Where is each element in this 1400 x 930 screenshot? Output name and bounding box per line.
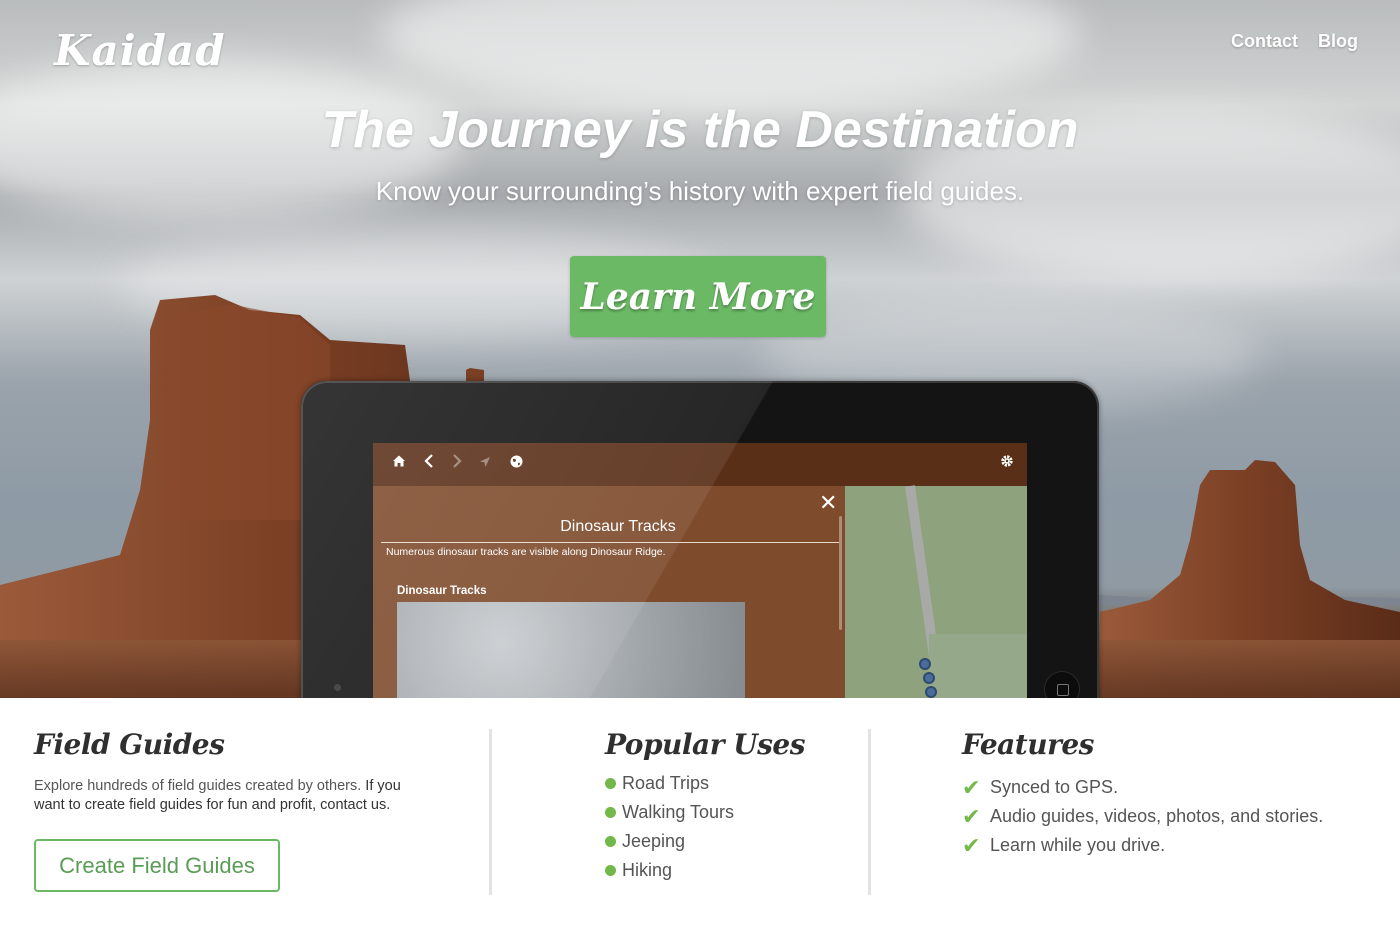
field-guides-heading: Field Guides: [34, 728, 225, 761]
home-button-icon: [1044, 671, 1080, 698]
panel-scrollbar: [839, 516, 842, 630]
list-item: Walking Tours: [605, 798, 845, 827]
learn-more-button[interactable]: Learn More: [570, 256, 826, 337]
map-pin-icon: [925, 686, 937, 698]
bullet-dot-icon: [605, 807, 616, 818]
gear-icon: [997, 454, 1017, 474]
nav-blog-link[interactable]: Blog: [1318, 31, 1358, 52]
column-divider: [489, 729, 492, 895]
bullet-dot-icon: [605, 778, 616, 789]
use-label: Jeeping: [622, 831, 686, 851]
panel-divider: [381, 542, 839, 543]
feature-label: Audio guides, videos, photos, and storie…: [990, 806, 1324, 826]
image-caption: Dinosaur Tracks: [397, 585, 487, 597]
home-icon: [389, 454, 409, 474]
features-heading: Features: [962, 728, 1094, 761]
hero-subheadline: Know your surrounding’s history with exp…: [375, 176, 1025, 206]
checkmark-icon: ✔: [962, 832, 981, 858]
list-item: Jeeping: [605, 827, 845, 856]
field-guides-column: Field Guides Explore hundreds of field g…: [34, 728, 454, 898]
popular-uses-column: Popular Uses Road Trips Walking Tours Je…: [605, 728, 845, 885]
create-field-guides-button[interactable]: Create Field Guides: [34, 839, 280, 892]
location-icon: [475, 454, 495, 474]
map-field: [929, 634, 1027, 698]
checkmark-icon: ✔: [962, 803, 981, 829]
list-item: ✔ Audio guides, videos, photos, and stori…: [962, 802, 1382, 831]
bullet-dot-icon: [605, 836, 616, 847]
popular-uses-heading: Popular Uses: [605, 728, 805, 761]
column-divider: [868, 729, 871, 895]
app-screenshot: ✕ Dinosaur Tracks Numerous dinosaur trac…: [373, 443, 1027, 698]
map-view: [845, 485, 1027, 698]
camera-icon: [334, 684, 341, 691]
back-icon: [419, 454, 439, 474]
panel-description: Numerous dinosaur tracks are visible alo…: [386, 546, 666, 558]
features-list: ✔ Synced to GPS. ✔ Audio guides, videos, p…: [962, 773, 1382, 860]
list-item: Road Trips: [605, 769, 845, 798]
list-item: ✔ Synced to GPS.: [962, 773, 1382, 802]
app-toolbar: [373, 443, 1027, 486]
list-item: Hiking: [605, 856, 845, 885]
features-column: Features ✔ Synced to GPS. ✔ Audio guides, …: [962, 728, 1382, 860]
hero-headline: The Journey is the Destination: [321, 101, 1079, 159]
map-pin-icon: [919, 658, 931, 670]
list-item: ✔ Learn while you drive.: [962, 831, 1382, 860]
field-guides-text: Explore hundreds of field guides created…: [34, 778, 366, 794]
field-guides-description: Explore hundreds of field guides created…: [34, 777, 414, 815]
nav-contact-link[interactable]: Contact: [1231, 31, 1298, 52]
brand-logo[interactable]: Kaidad: [54, 26, 226, 75]
popular-uses-list: Road Trips Walking Tours Jeeping Hiking: [605, 769, 845, 885]
hero-section: Kaidad Contact Blog The Journey is the D…: [0, 0, 1400, 698]
bullet-dot-icon: [605, 865, 616, 876]
feature-label: Learn while you drive.: [990, 835, 1166, 855]
checkmark-icon: ✔: [962, 774, 981, 800]
use-label: Hiking: [622, 860, 673, 880]
globe-icon: [506, 454, 526, 474]
dinosaur-tracks-photo: [397, 602, 745, 698]
forward-icon: [447, 454, 467, 474]
panel-title: Dinosaur Tracks: [560, 518, 676, 535]
info-panel: ✕ Dinosaur Tracks Numerous dinosaur trac…: [373, 486, 845, 698]
close-icon: ✕: [819, 490, 838, 515]
use-label: Road Trips: [622, 773, 710, 793]
use-label: Walking Tours: [622, 802, 735, 822]
feature-label: Synced to GPS.: [990, 777, 1119, 797]
map-pin-icon: [923, 672, 935, 684]
tablet-mockup: ✕ Dinosaur Tracks Numerous dinosaur trac…: [301, 381, 1099, 698]
top-nav: Contact Blog: [1231, 31, 1358, 52]
